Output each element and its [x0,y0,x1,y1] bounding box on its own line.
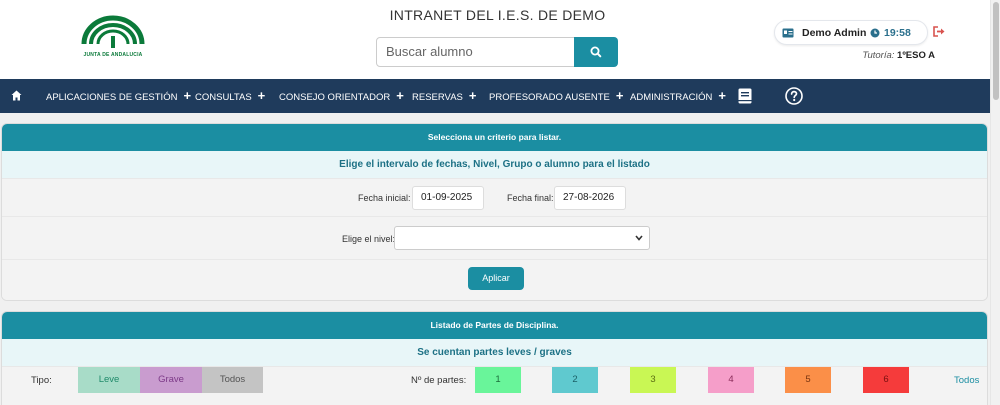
listado-panel: Listado de Partes de Disciplina. Se cuen… [1,311,988,405]
nav-label: ADMINISTRACIÓN [630,92,713,103]
listado-panel-subtitle: Se cuentan partes leves / graves [2,339,987,366]
count-1[interactable]: 1 [475,367,521,393]
plus-icon: + [257,88,266,103]
tutoria: Tutoría: 1ºESO A [862,50,935,61]
search-input[interactable]: Buscar alumno [376,37,576,67]
fecha-inicial-input[interactable]: 01-09-2025 [412,186,484,210]
count-3[interactable]: 3 [630,367,676,393]
user-pill[interactable]: Demo Admin 19:58 [774,20,928,45]
site-title: INTRANET DEL I.E.S. DE DEMO [389,7,606,23]
count-2[interactable]: 2 [552,367,598,393]
nivel-label: Elige el nivel: [342,234,396,244]
junta-logo-icon [81,15,145,48]
tipo-leve[interactable]: Leve [78,367,140,393]
search-button[interactable] [574,37,618,67]
plus-icon: + [615,88,624,103]
nav-reservas[interactable]: RESERVAS + [412,79,476,113]
nparts-label: Nº de partes: [411,375,467,386]
logo-text: JUNTA DE ANDALUCIA [83,52,143,58]
tutoria-label: Tutoría: [862,50,895,61]
todos-link[interactable]: Todos [954,375,979,386]
count-6[interactable]: 6 [863,367,909,393]
main-navbar: APLICACIONES DE GESTIÓN + CONSULTAS + CONS… [0,79,990,113]
plus-icon: + [718,88,726,103]
filter-panel-subtitle: Elige el intervalo de fechas, Nivel, Gru… [2,151,987,178]
apply-row: Aplicar [2,259,987,300]
apply-button[interactable]: Aplicar [468,267,524,290]
scrollbar-thumb[interactable] [993,2,999,100]
junta-logo[interactable]: JUNTA DE ANDALUCIA [80,14,146,66]
count-4[interactable]: 4 [708,367,754,393]
id-card-icon [782,28,794,38]
nav-label: PROFESORADO AUSENTE [489,92,610,103]
fecha-final-input[interactable]: 27-08-2026 [554,186,626,210]
fecha-final-label: Fecha final: [507,193,554,203]
chevron-down-icon [635,235,643,241]
filter-panel: Selecciona un criterio para listar. Elig… [1,123,988,301]
header: JUNTA DE ANDALUCIA INTRANET DEL I.E.S. D… [0,0,990,79]
listado-panel-title: Listado de Partes de Disciplina. [2,312,987,339]
tipo-todos[interactable]: Todos [202,367,263,393]
nav-profesorado-ausente[interactable]: PROFESORADO AUSENTE + [489,79,623,113]
nav-consejo-orientador[interactable]: CONSEJO ORIENTADOR + [279,79,404,113]
search-icon [590,46,602,58]
dates-row: Fecha inicial: 01-09-2025 Fecha final: 2… [2,178,987,216]
nav-label: CONSULTAS [195,92,252,103]
clock-time: 19:58 [884,27,911,39]
nav-label: APLICACIONES DE GESTIÓN [46,92,178,103]
plus-icon: + [396,88,404,103]
nivel-row: Elige el nivel: [2,216,987,259]
clock-icon [870,28,880,38]
fecha-inicial-label: Fecha inicial: [358,193,411,203]
book-icon[interactable] [738,88,752,104]
tutoria-group: 1ºESO A [897,50,935,61]
help-icon[interactable] [785,87,803,105]
nav-label: CONSEJO ORIENTADOR [279,92,391,103]
filter-panel-title: Selecciona un criterio para listar. [2,124,987,151]
nivel-select[interactable] [394,226,650,250]
tipo-grave[interactable]: Grave [140,367,202,393]
nav-label: RESERVAS [412,92,463,103]
logout-icon[interactable] [933,26,946,37]
nav-aplicaciones-gestion[interactable]: APLICACIONES DE GESTIÓN + [46,79,191,113]
plus-icon: + [183,88,192,103]
home-icon[interactable] [11,90,22,101]
tipo-label: Tipo: [31,375,52,386]
plus-icon: + [468,88,477,103]
nav-administracion[interactable]: ADMINISTRACIÓN + [630,79,726,113]
user-name: Demo Admin [802,27,867,39]
count-5[interactable]: 5 [785,367,831,393]
scrollbar-track[interactable] [990,0,1000,405]
filters-row: Tipo: Leve Grave Todos Nº de partes: 1 2… [2,366,987,405]
nav-consultas[interactable]: CONSULTAS + [195,79,265,113]
